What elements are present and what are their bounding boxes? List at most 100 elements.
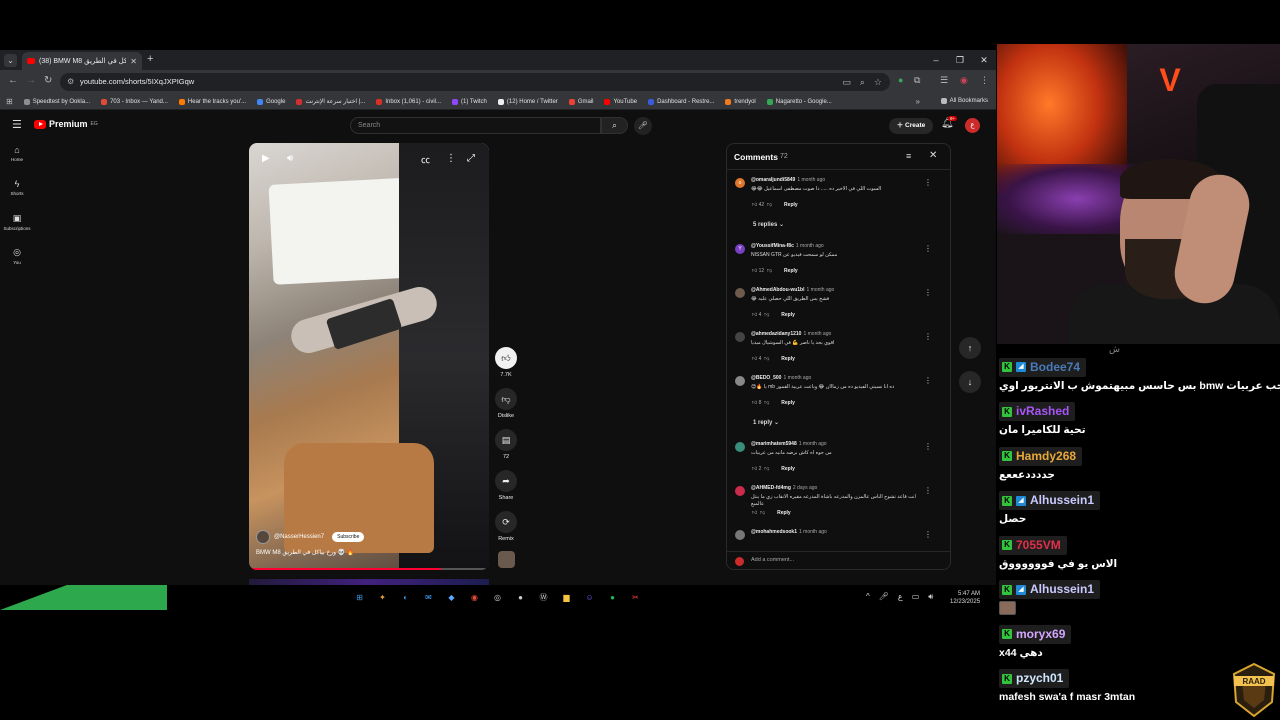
comment-more-icon[interactable]: ⋮ [924,244,932,253]
comment-author[interactable]: @AHMED-fd4mg 2 days ago [751,485,817,491]
view-replies-button[interactable]: 5 replies ⌄ [727,218,950,240]
reply-button[interactable]: Reply [781,312,795,318]
bookmark-item[interactable]: Google [257,98,285,105]
comments-button[interactable]: ▤ 72 [494,429,518,470]
volume-tray-icon[interactable]: 🔊︎ [928,592,933,602]
comment-more-icon[interactable]: ⋮ [924,178,932,187]
forward-icon[interactable]: → [26,75,36,86]
channel-avatar[interactable] [256,530,270,544]
share-button[interactable]: ➦ Share [494,470,518,511]
chat-username-tag[interactable]: K ◢ Alhussein1 [999,491,1101,510]
comment-dislike-icon[interactable]: 👎︎ [760,510,765,516]
more-options-icon[interactable]: ⋮ [446,153,456,164]
comment-author[interactable]: @mohahmedsook1 1 month ago [751,529,827,535]
chrome-icon[interactable]: ◉ [467,590,482,605]
menu-icon[interactable]: ☰ [12,118,22,131]
comment-author[interactable]: @marimhatem5948 1 month ago [751,441,827,447]
spotify-icon[interactable]: ● [605,590,620,605]
capcut-icon[interactable]: ✂ [628,590,643,605]
chat-username-tag[interactable]: K 7055VM [999,535,1067,555]
comment-author[interactable]: @ahmedazidany1210 1 month ago [751,331,831,337]
bookmark-item[interactable]: (1) Twitch [452,98,487,105]
guide-shorts[interactable]: ϟ Shorts [0,174,34,208]
microphone-tray-icon[interactable]: 🎤︎ [879,592,889,602]
commenter-avatar[interactable] [735,530,745,540]
channel-name[interactable]: @NasserHessien7 [274,534,324,540]
create-button[interactable]: ＋ Create [889,118,933,134]
reply-button[interactable]: Reply [781,466,795,472]
apps-grid-icon[interactable]: ⊞ [6,97,13,106]
comment-like-icon[interactable]: 👍︎ [752,202,757,208]
windows-start-icon[interactable]: ⊞ [352,590,367,605]
bookmark-item[interactable]: (12) Home / Twitter [497,98,558,105]
commenter-avatar[interactable] [735,288,745,298]
commenter-avatar[interactable] [735,442,745,452]
comment-like-icon[interactable]: 👍︎ [752,466,757,472]
browser-tab[interactable]: (38) BMW M8 بياكل في الطريق ✕ [22,52,142,70]
zoom-icon[interactable]: ⌕ [860,73,865,91]
bookmark-item[interactable]: YouTube [604,98,637,105]
avatar[interactable]: ع [965,118,980,133]
bookmark-item[interactable]: Gmail [568,98,593,105]
close-window-icon[interactable]: ✕ [972,50,996,70]
add-comment-bar[interactable]: Add a comment... [727,551,950,569]
add-comment-input[interactable]: Add a comment... [751,557,794,563]
comment-more-icon[interactable]: ⋮ [924,442,932,451]
chat-username-tag[interactable]: K ◢ Alhussein1 [999,580,1101,599]
captions-icon[interactable]: ㏄ [421,153,430,166]
profile-icon[interactable]: ◉ [960,75,968,86]
restore-icon[interactable]: ❐ [948,50,972,70]
chat-username-tag[interactable]: KivRashed [999,402,1076,421]
file-explorer-icon[interactable]: ▆ [559,590,574,605]
mail-icon[interactable]: ✉ [421,590,436,605]
comment-like-icon[interactable]: 👍︎ [752,510,757,516]
comment-dislike-icon[interactable]: 👎︎ [764,356,769,362]
tab-search-icon[interactable]: ⌄ [4,54,17,67]
bookmark-item[interactable]: اختبار سرعة الإنترنت |... [296,98,365,105]
chat-username-tag[interactable]: Kpzych01 [999,669,1070,688]
video-progress-bar[interactable] [249,568,489,570]
taskbar-clock[interactable]: 5:47 AM 12/23/2025 [950,590,980,606]
search-icon[interactable]: ⌕ [601,117,628,134]
bookmark-item[interactable]: 703 - Inbox — Yand... [101,98,168,105]
chevron-up-icon[interactable]: ^ [866,592,870,602]
discord-icon[interactable]: ☺ [582,590,597,605]
reply-button[interactable]: Reply [777,510,791,516]
copilot-icon[interactable]: ✦ [375,590,390,605]
guide-home[interactable]: ⌂ Home [0,140,34,174]
reload-icon[interactable]: ↻ [44,75,52,86]
commenter-avatar[interactable] [735,376,745,386]
fullscreen-icon[interactable]: ⤢ [467,153,475,164]
comment-like-icon[interactable]: 👍︎ [752,268,757,274]
reply-button[interactable]: Reply [784,268,798,274]
comment-like-icon[interactable]: 👍︎ [752,400,757,406]
view-replies-button[interactable]: 1 reply ⌄ [727,416,950,438]
volume-icon[interactable]: 🔊︎ [287,153,293,164]
edge-icon[interactable]: ◐ [398,590,413,605]
bookmark-item[interactable]: Speedtest by Ookla... [23,98,90,105]
chat-username-tag[interactable]: Kmoryx69 [999,624,1072,644]
remix-button[interactable]: ⟳ Remix [494,511,518,552]
more-bookmarks-icon[interactable]: » [916,97,920,106]
extensions-puzzle-icon[interactable]: ⧉ [914,75,920,86]
site-info-icon[interactable]: ⚙ [67,73,74,91]
comment-author[interactable]: @omaraljundi5849 1 month ago [751,177,825,183]
address-bar[interactable]: ⚙ youtube.com/shorts/5IXqJXPIGqw ▭ ⌕ ☆ [60,73,890,91]
bookmark-item[interactable]: Hear the tracks you'... [178,98,246,105]
comment-dislike-icon[interactable]: 👎︎ [764,466,769,472]
chat-username-tag[interactable]: K Hamdy268 [999,446,1083,466]
extension-icon[interactable]: ● [898,75,903,85]
subscribe-button[interactable]: Subscribe [332,532,365,542]
commenter-avatar[interactable] [735,486,745,496]
reply-button[interactable]: Reply [781,400,795,406]
comment-author[interactable]: @YoussifMina-f8c 1 month ago [751,243,824,249]
chrome-menu-icon[interactable]: ⋮ [980,75,989,86]
cast-icon[interactable]: ▭ [842,73,851,91]
guide-you[interactable]: ◎ You [0,242,34,276]
commenter-avatar[interactable]: Y [735,244,745,254]
youtube-logo[interactable]: Premium EG [34,119,98,129]
language-indicator[interactable]: ع [898,592,903,602]
bookmark-star-icon[interactable]: ☆ [874,73,882,91]
comment-author[interactable]: @BEDO_500 1 month ago [751,375,811,381]
comment-more-icon[interactable]: ⋮ [924,288,932,297]
